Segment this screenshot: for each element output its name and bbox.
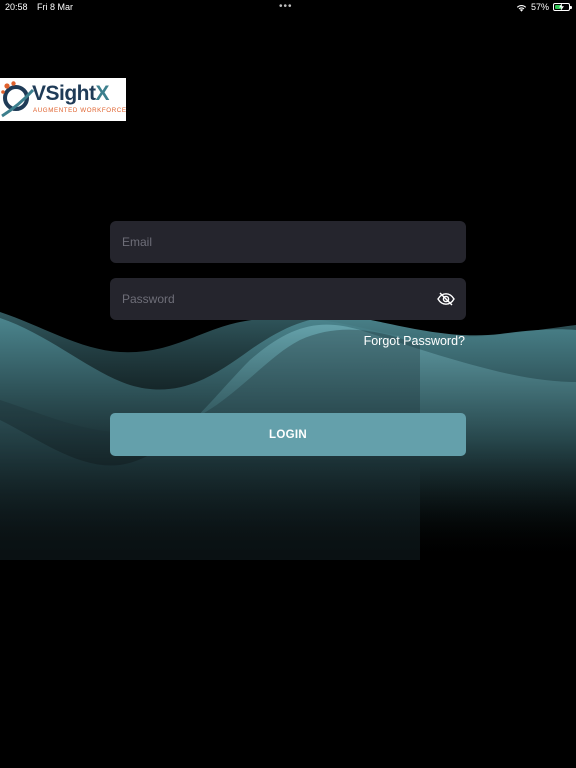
eye-slash-icon[interactable] <box>437 292 455 306</box>
logo-wordmark: VSightX <box>32 82 109 106</box>
logo-word-vsight: VSight <box>32 82 96 105</box>
login-button[interactable]: LOGIN <box>110 413 466 456</box>
logo-mark-icon <box>1 81 34 118</box>
logo-word-x: X <box>95 82 110 105</box>
email-field[interactable] <box>110 221 466 263</box>
vsightx-logo: VSightX AUGMENTED WORKFORCE <box>0 78 126 121</box>
email-field-container <box>110 221 466 263</box>
password-field[interactable] <box>110 278 466 320</box>
logo-tagline: AUGMENTED WORKFORCE <box>33 107 127 114</box>
forgot-password-link[interactable]: Forgot Password? <box>364 334 465 348</box>
password-field-container <box>110 278 466 320</box>
